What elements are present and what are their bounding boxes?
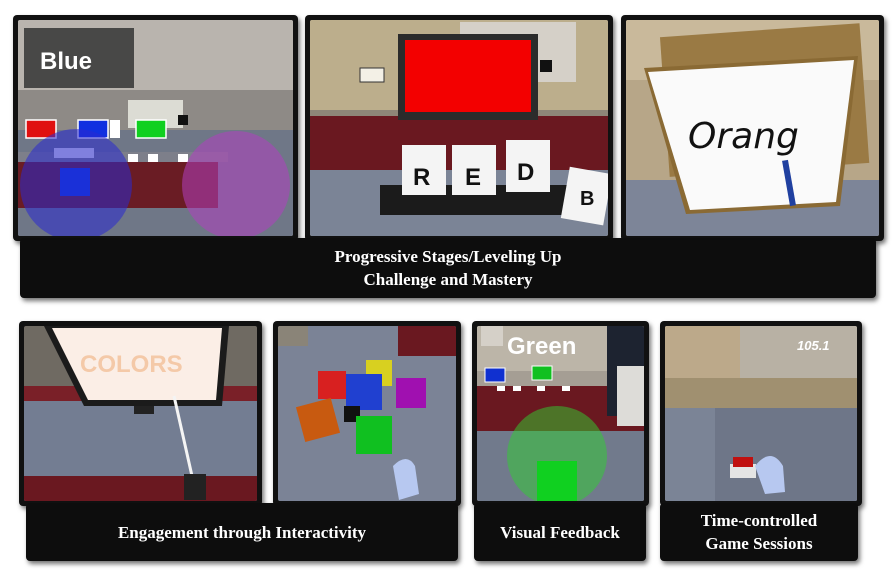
caption-engagement: Engagement through Interactivity — [26, 503, 458, 561]
cube-letter-b: B — [580, 188, 594, 210]
caption-progressive-line1: Progressive Stages/Leveling Up — [334, 247, 562, 266]
caption-time-controlled: Time-controlled Game Sessions — [660, 503, 858, 561]
caption-engagement-text: Engagement through Interactivity — [117, 522, 367, 542]
screenshot-panel-colored-cubes — [273, 321, 461, 506]
cube-letter-r: R — [413, 164, 430, 191]
caption-time-line1: Time-controlled — [700, 511, 818, 530]
screenshot-panel-blue: Blue — [13, 15, 298, 241]
timer-text: 105.1 — [797, 338, 830, 353]
caption-progressive-stages: Progressive Stages/Leveling Up Challenge… — [20, 238, 876, 298]
screenshot-panel-timer: 105.1 — [660, 321, 862, 506]
screenshot-panel-green-feedback: Green — [472, 321, 649, 506]
screenshot-panel-red-cubes: R E D B — [305, 15, 613, 241]
screenshot-panel-handwriting: Orang — [621, 15, 884, 241]
word-blue-text: Blue — [40, 48, 92, 75]
cube-letter-e: E — [465, 164, 481, 191]
screenshot-panel-colors-monitor: COLORS — [19, 321, 262, 506]
monitor-colors-text: COLORS — [80, 351, 183, 378]
word-green-text: Green — [507, 333, 576, 360]
caption-visual-feedback: Visual Feedback — [474, 503, 646, 561]
caption-visual-feedback-text: Visual Feedback — [500, 522, 620, 542]
caption-progressive-line2: Challenge and Mastery — [363, 270, 533, 289]
caption-time-line2: Game Sessions — [705, 534, 813, 553]
handwriting-text: Orang — [688, 116, 799, 157]
cube-letter-d: D — [517, 159, 534, 186]
